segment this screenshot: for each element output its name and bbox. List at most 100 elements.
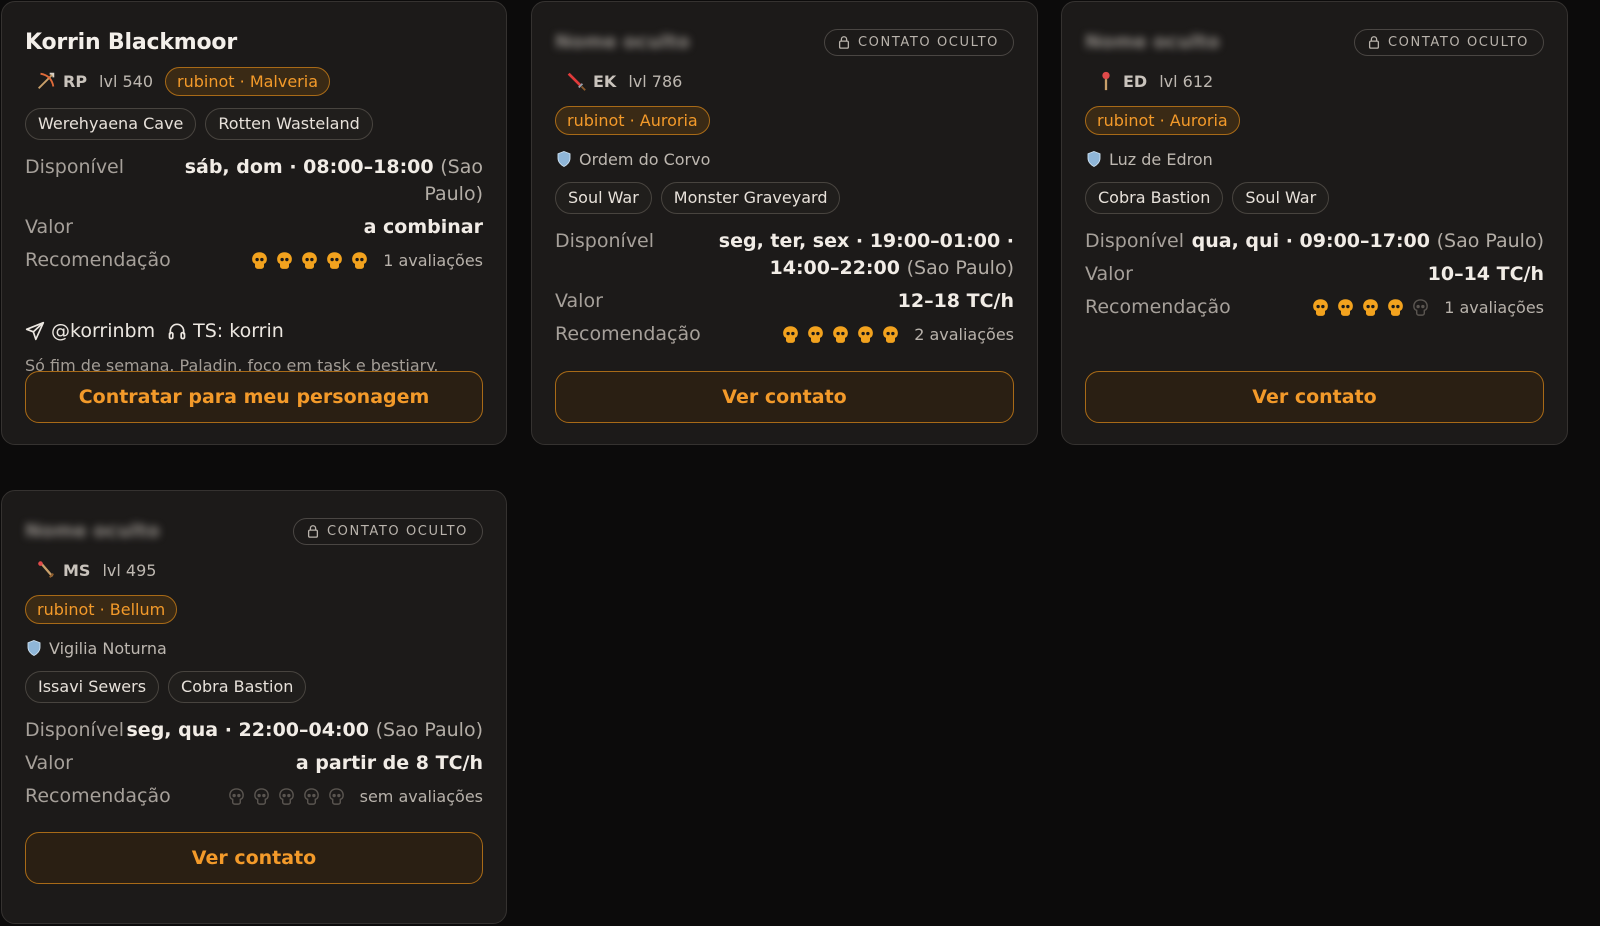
vocation-badge: EK (555, 70, 616, 92)
guild-name: Vigilia Noturna (49, 638, 167, 658)
skull-empty-icon (328, 788, 344, 805)
hunt-tag: Rotten Wasteland (205, 108, 373, 140)
hidden-contact-label: CONTATO OCULTO (857, 34, 999, 50)
hunt-tag: Werehyaena Cave (25, 108, 197, 140)
hire-button[interactable]: Contratar para meu personagem (25, 371, 483, 423)
rod-icon (1102, 71, 1110, 91)
skull-filled-icon (1338, 299, 1354, 316)
skull-filled-icon (327, 252, 343, 269)
hunter-card-ms: Nome oculto CONTATO OCULTO MS lvl 495 ru… (1, 490, 507, 924)
skull-filled-icon (1313, 299, 1329, 316)
rating-count: 1 avaliações (383, 251, 483, 270)
hidden-name: Nome oculto (555, 31, 690, 53)
rating-skulls: sem avaliações (227, 783, 483, 810)
price-label: Valor (25, 216, 73, 238)
rating-count: 1 avaliações (1444, 298, 1544, 317)
hidden-name: Nome oculto (25, 520, 160, 542)
telegram-handle: @korrinbm (51, 320, 156, 342)
price-value: a partir de 8 TC/h (295, 752, 483, 774)
skull-filled-icon (302, 252, 318, 269)
rating-label: Recomendação (1085, 296, 1231, 318)
hunt-tag: Soul War (1232, 182, 1330, 214)
view-contact-button[interactable]: Ver contato (1085, 371, 1544, 423)
hidden-name: Nome oculto (1085, 31, 1220, 53)
skull-filled-icon (352, 252, 368, 269)
hunter-card-korrin: Korrin Blackmoor RP lvl 540 rubinot · Ma… (1, 1, 507, 445)
price-label: Valor (555, 290, 603, 312)
rating-count: sem avaliações (359, 787, 483, 806)
hidden-contact-badge: CONTATO OCULTO (292, 517, 483, 545)
hidden-contact-badge: CONTATO OCULTO (1353, 28, 1544, 56)
skull-empty-icon (253, 788, 269, 805)
vocation-label: MS (63, 560, 91, 580)
skull-filled-icon (883, 326, 899, 343)
available-label: Disponível (1085, 230, 1185, 252)
hidden-contact-badge: CONTATO OCULTO (823, 28, 1014, 56)
skull-filled-icon (858, 326, 874, 343)
hunter-name: Korrin Blackmoor (25, 29, 237, 55)
available-label: Disponível (25, 156, 125, 178)
timezone-label: (Sao Paulo) (1436, 230, 1544, 252)
hunt-tag: Cobra Bastion (168, 671, 307, 703)
level-label: lvl 786 (628, 71, 683, 91)
send-icon (25, 321, 45, 341)
skull-filled-icon (252, 252, 268, 269)
vocation-label: ED (1123, 71, 1148, 91)
bow-icon (38, 72, 55, 89)
server-badge: rubinot · Auroria (555, 105, 710, 135)
skull-filled-icon (277, 252, 293, 269)
rating-skulls: 1 avaliações (1311, 294, 1544, 321)
available-schedule: seg, qua · 22:00–04:00 (126, 719, 369, 741)
view-contact-button[interactable]: Ver contato (25, 832, 483, 884)
skull-filled-icon (1388, 299, 1404, 316)
hunt-tag: Issavi Sewers (25, 671, 160, 703)
rating-skulls: 2 avaliações (781, 321, 1014, 348)
skull-filled-icon (1363, 299, 1379, 316)
price-value: 12–18 TC/h (897, 290, 1014, 312)
telegram-contact[interactable]: @korrinbm (25, 320, 155, 342)
rating-skulls: 1 avaliações (250, 247, 483, 274)
server-badge: rubinot · Malveria (165, 66, 331, 96)
server-badge: rubinot · Auroria (1085, 105, 1240, 135)
hunter-card-ek: Nome oculto CONTATO OCULTO EK lvl 786 ru… (531, 1, 1038, 445)
available-schedule: qua, qui · 09:00–17:00 (1191, 230, 1430, 252)
hidden-contact-label: CONTATO OCULTO (326, 523, 468, 539)
wand-icon (38, 561, 54, 578)
hunt-tag: Cobra Bastion (1085, 182, 1224, 214)
skull-empty-icon (228, 788, 244, 805)
guild-name: Luz de Edron (1109, 149, 1213, 169)
skull-empty-icon (1413, 299, 1429, 316)
rating-label: Recomendação (25, 785, 171, 807)
guild-row: Luz de Edron (1085, 148, 1544, 170)
hunt-tag: Soul War (555, 182, 652, 214)
price-value: a combinar (363, 216, 483, 238)
skull-filled-icon (808, 326, 824, 343)
view-contact-button[interactable]: Ver contato (555, 371, 1014, 423)
skull-empty-icon (303, 788, 319, 805)
vocation-label: EK (593, 71, 617, 91)
vocation-badge: MS (25, 559, 90, 581)
price-label: Valor (25, 752, 73, 774)
guild-name: Ordem do Corvo (579, 149, 711, 169)
skull-filled-icon (783, 326, 799, 343)
teamspeak-contact[interactable]: TS: korrin (167, 320, 284, 342)
level-label: lvl 540 (99, 71, 154, 91)
rating-count: 2 avaliações (914, 325, 1014, 344)
price-label: Valor (1085, 263, 1133, 285)
available-schedule: sáb, dom · 08:00–18:00 (184, 156, 434, 178)
sword-icon (567, 72, 586, 91)
shield-icon (557, 151, 571, 168)
vocation-badge: ED (1085, 70, 1147, 92)
shield-icon (1087, 151, 1101, 168)
lock-icon (838, 36, 850, 49)
hunt-tag: Monster Graveyard (660, 182, 841, 214)
level-label: lvl 495 (102, 560, 157, 580)
hunter-card-ed: Nome oculto CONTATO OCULTO ED lvl 612 ru… (1061, 1, 1568, 445)
server-badge: rubinot · Bellum (25, 594, 178, 624)
rating-label: Recomendação (555, 323, 701, 345)
skull-filled-icon (833, 326, 849, 343)
level-label: lvl 612 (1159, 71, 1214, 91)
teamspeak-handle: TS: korrin (193, 320, 284, 342)
timezone-label: (Sao Paulo) (375, 719, 483, 741)
guild-row: Ordem do Corvo (555, 148, 1014, 170)
